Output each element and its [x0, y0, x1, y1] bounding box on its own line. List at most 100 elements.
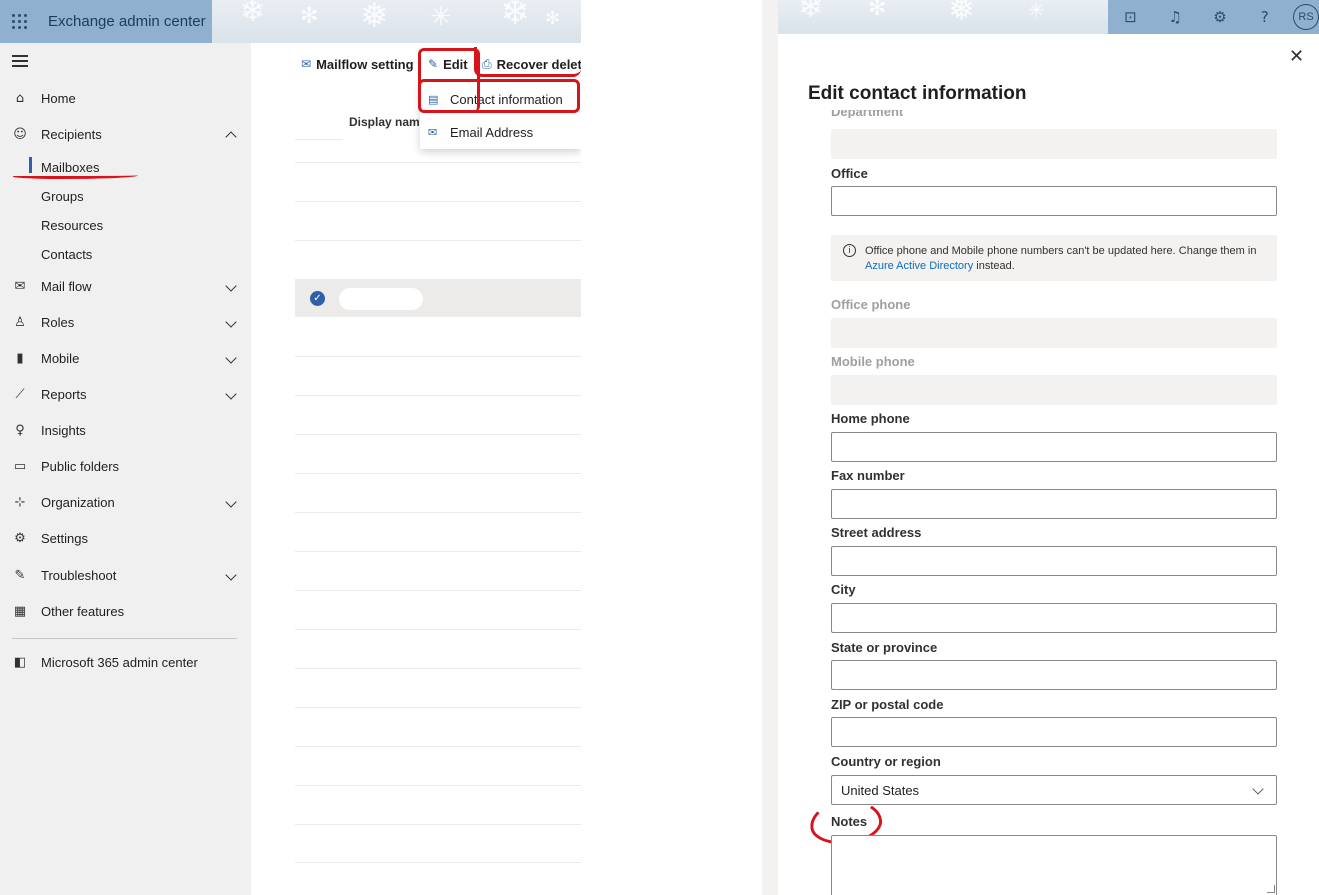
fax-label: Fax number: [831, 468, 905, 483]
lightbulb-icon: ♀: [15, 422, 25, 438]
row-divider: [295, 473, 581, 474]
panel-title: Edit contact information: [808, 83, 1027, 104]
snowflake-decoration: ❄: [798, 0, 824, 25]
nav-item-troubleshoot[interactable]: ✎ Troubleshoot: [0, 560, 251, 590]
street-label: Street address: [831, 525, 922, 540]
grid-icon: ▦: [13, 603, 27, 619]
nav-sub-contacts[interactable]: Contacts: [41, 242, 92, 266]
row-divider: [295, 824, 581, 825]
app-title[interactable]: Exchange admin center: [48, 13, 206, 30]
person-icon: ☺: [13, 126, 27, 142]
home-phone-label: Home phone: [831, 411, 910, 426]
nav-item-other-features[interactable]: ▦ Other features: [0, 596, 251, 626]
wrench-icon: ✎: [14, 567, 26, 583]
nav-sub-resources[interactable]: Resources: [41, 213, 103, 237]
row-divider: [295, 551, 581, 552]
edit-contact-panel: ✕ Edit contact information Department Of…: [778, 34, 1319, 895]
left-nav: ⌂ Home ☺ Recipients Mailboxes Groups Res…: [0, 43, 251, 895]
office-field[interactable]: [831, 186, 1277, 216]
chevron-down-icon: [225, 316, 237, 328]
nav-item-mail-flow[interactable]: ✉ Mail flow: [0, 271, 251, 301]
table-row-selected[interactable]: ✓: [295, 279, 581, 317]
chevron-down-icon: [225, 569, 237, 581]
terminal-icon[interactable]: ⊡: [1108, 0, 1153, 34]
mobile-phone-field: [831, 375, 1277, 405]
snowflake-decoration: ❄: [240, 0, 266, 29]
selected-indicator: [29, 157, 32, 173]
gear-icon: ⚙: [14, 530, 26, 546]
info-icon: i: [843, 244, 856, 257]
row-divider: [295, 395, 581, 396]
snowflake-decoration: ❅: [948, 0, 975, 28]
azure-ad-link[interactable]: Azure Active Directory: [865, 260, 973, 272]
nav-sub-groups[interactable]: Groups: [41, 184, 84, 208]
nav-item-organization[interactable]: ⊹ Organization: [0, 487, 251, 517]
folder-icon: ▭: [13, 458, 27, 474]
row-divider: [295, 746, 581, 747]
state-field[interactable]: [831, 660, 1277, 690]
chevron-down-icon: [225, 496, 237, 508]
office-label: Office: [831, 166, 868, 181]
nav-item-reports[interactable]: ⟋ Reports: [0, 379, 251, 409]
row-divider: [295, 590, 581, 591]
snowflake-decoration: ✳: [430, 2, 452, 32]
country-label: Country or region: [831, 754, 941, 769]
nav-item-mobile[interactable]: ▮ Mobile: [0, 343, 251, 373]
info-message: i Office phone and Mobile phone numbers …: [831, 235, 1277, 281]
mail-icon: ✉: [428, 125, 438, 139]
city-field[interactable]: [831, 603, 1277, 633]
department-field: [831, 129, 1277, 159]
row-divider: [295, 162, 581, 163]
avatar[interactable]: RS: [1293, 4, 1319, 30]
nav-item-home[interactable]: ⌂ Home: [0, 83, 251, 113]
mail-settings-icon: ✉: [301, 57, 312, 71]
zip-label: ZIP or postal code: [831, 697, 944, 712]
gear-icon[interactable]: ⚙: [1198, 0, 1243, 34]
row-divider: [295, 201, 581, 202]
mail-icon: ✉: [14, 278, 26, 294]
row-divider: [295, 707, 581, 708]
help-icon[interactable]: ?: [1242, 0, 1287, 34]
home-phone-field[interactable]: [831, 432, 1277, 462]
row-divider: [295, 356, 581, 357]
notes-textarea[interactable]: [831, 835, 1277, 895]
nav-item-roles[interactable]: ♙ Roles: [0, 307, 251, 337]
zip-field[interactable]: [831, 717, 1277, 747]
annotation-box-contact-information: [418, 79, 580, 113]
snowflake-decoration: ✳: [1028, 0, 1045, 22]
country-select[interactable]: United States: [831, 775, 1277, 805]
chart-icon: ⟋: [15, 386, 25, 402]
snowflake-decoration: ✻: [868, 0, 887, 21]
snowflake-decoration: ✻: [300, 4, 319, 29]
resize-handle-icon[interactable]: [1267, 885, 1275, 893]
nav-item-recipients[interactable]: ☺ Recipients: [0, 119, 251, 149]
app-launcher-icon[interactable]: [0, 0, 38, 43]
row-divider: [295, 785, 581, 786]
nav-item-insights[interactable]: ♀ Insights: [0, 415, 251, 445]
snowflake-decoration: ✻: [545, 8, 561, 29]
state-label: State or province: [831, 640, 938, 655]
menu-item-email-address[interactable]: ✉ Email Address: [420, 116, 581, 148]
fax-field[interactable]: [831, 489, 1277, 519]
snowflake-decoration: ❄: [500, 0, 531, 33]
row-divider: [295, 512, 581, 513]
nav-item-m365-admin[interactable]: ◧ Microsoft 365 admin center: [0, 647, 251, 677]
office-phone-field: [831, 318, 1277, 348]
mailflow-settings-button[interactable]: ✉ Mailflow setting: [301, 55, 414, 73]
chevron-down-icon: [225, 388, 237, 400]
hamburger-icon[interactable]: [12, 55, 28, 67]
office-icon: ◧: [13, 654, 27, 670]
overlay-gap: [581, 0, 762, 895]
row-divider: [295, 668, 581, 669]
nav-divider: [12, 638, 237, 639]
close-icon[interactable]: ✕: [1289, 48, 1304, 66]
checkmark-icon[interactable]: ✓: [310, 291, 325, 306]
mobile-icon: ▮: [16, 350, 24, 366]
chevron-down-icon: [225, 352, 237, 364]
nav-item-settings[interactable]: ⚙ Settings: [0, 523, 251, 553]
nav-item-public-folders[interactable]: ▭ Public folders: [0, 451, 251, 481]
redacted-name: [339, 288, 423, 310]
bell-icon[interactable]: ♫: [1153, 0, 1198, 34]
street-field[interactable]: [831, 546, 1277, 576]
column-header-display-name[interactable]: Display name: [349, 115, 426, 129]
